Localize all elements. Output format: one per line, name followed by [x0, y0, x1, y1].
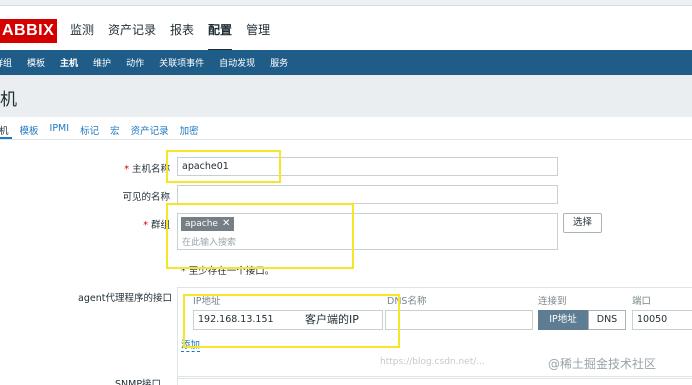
subnav-discovery[interactable]: 自动发现 [219, 56, 255, 69]
top-header: ABBIX 监测 资产记录 报表 配置 管理 [0, 6, 692, 54]
nav-administration[interactable]: 管理 [246, 20, 270, 40]
groups-label: * 群组 [143, 220, 170, 231]
agent-interfaces-label: agent代理程序的接口 [78, 293, 172, 304]
tab-host[interactable]: 机 [0, 123, 9, 137]
tab-inventory[interactable]: 资产记录 [131, 123, 169, 137]
highlight-ip [183, 294, 400, 348]
nav-monitoring[interactable]: 监测 [70, 20, 94, 40]
snmp-interfaces-table [177, 376, 692, 385]
client-ip-annotation: 客户端的IP [305, 313, 359, 326]
csdn-watermark: https://blog.csdn.net/... [380, 357, 485, 367]
main-nav: 监测 资产记录 报表 配置 管理 [70, 20, 284, 54]
tab-ipmi[interactable]: IPMI [50, 123, 70, 137]
subnav-maintenance[interactable]: 维护 [93, 56, 111, 69]
highlight-groups [166, 203, 354, 269]
subnav-services[interactable]: 服务 [270, 56, 288, 69]
tab-encryption[interactable]: 加密 [180, 123, 199, 137]
subnav-host-groups[interactable]: 群组 [0, 56, 12, 69]
sub-nav: 群组 模板 主机 维护 动作 关联项事件 自动发现 服务 [0, 50, 692, 75]
juejin-watermark: @稀土掘金技术社区 [548, 357, 657, 371]
port-input[interactable]: 10050 [632, 310, 692, 330]
visible-name-input[interactable] [177, 185, 558, 204]
connect-ip-toggle[interactable]: IP地址 [538, 310, 588, 330]
tabs-divider [0, 139, 692, 140]
nav-inventory[interactable]: 资产记录 [108, 20, 156, 40]
highlight-hostname [166, 150, 281, 183]
nav-reports[interactable]: 报表 [170, 20, 194, 40]
select-groups-button[interactable]: 选择 [563, 213, 602, 233]
subnav-event-correlation[interactable]: 关联项事件 [159, 56, 204, 69]
subnav-templates[interactable]: 模板 [27, 56, 45, 69]
tab-templates[interactable]: 模板 [20, 123, 39, 137]
hostname-label: * 主机名称 [124, 164, 170, 175]
connect-dns-toggle[interactable]: DNS [588, 310, 626, 330]
connect-to-header: 连接到 [538, 296, 567, 307]
page-title: 机 [0, 90, 17, 110]
subnav-hosts[interactable]: 主机 [60, 56, 78, 69]
form-tabs: 机 模板 IPMI 标记 宏 资产记录 加密 [0, 123, 210, 137]
nav-configuration[interactable]: 配置 [208, 20, 233, 54]
subnav-actions[interactable]: 动作 [126, 56, 144, 69]
title-bar: 机 [0, 75, 692, 117]
visible-name-label: 可见的名称 [122, 192, 170, 203]
tab-macros[interactable]: 宏 [110, 123, 120, 137]
zabbix-logo[interactable]: ABBIX [0, 19, 57, 43]
tab-tags[interactable]: 标记 [80, 123, 99, 137]
snmp-interfaces-label: SNMP接口 [115, 379, 162, 385]
dns-name-input[interactable] [385, 310, 533, 330]
port-header: 端口 [632, 296, 652, 307]
